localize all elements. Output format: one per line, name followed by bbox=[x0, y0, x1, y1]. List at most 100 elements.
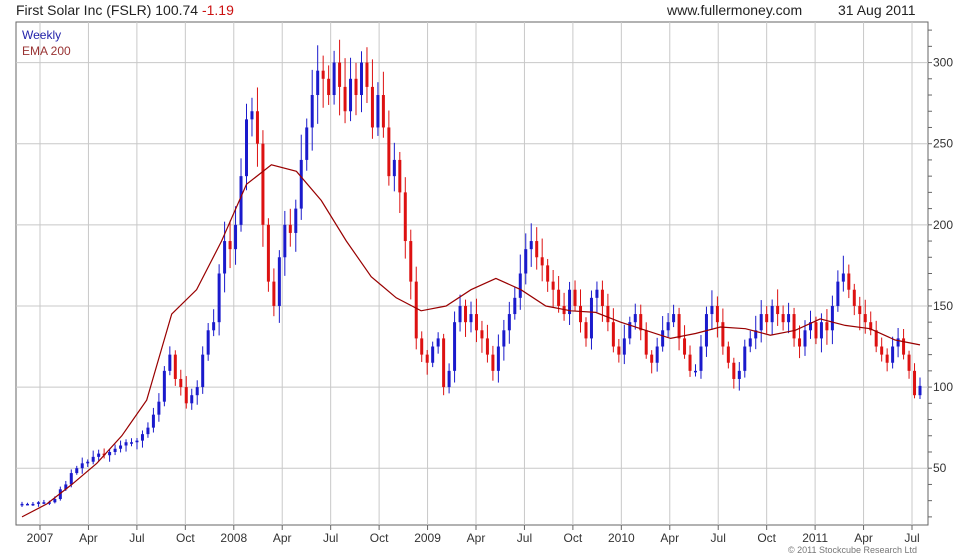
y-tick-label: 100 bbox=[933, 380, 953, 394]
candle-body bbox=[644, 330, 648, 355]
x-tick-label: Apr bbox=[854, 531, 873, 545]
candle-body bbox=[140, 434, 144, 441]
candle-body bbox=[606, 305, 610, 323]
candle-body bbox=[573, 289, 577, 306]
candle-body bbox=[184, 387, 188, 404]
candle-body bbox=[688, 354, 692, 371]
candle-body bbox=[25, 503, 29, 506]
candle-body bbox=[442, 338, 446, 388]
x-tick-label: Jul bbox=[904, 531, 919, 545]
candle-body bbox=[135, 440, 139, 443]
candle-body bbox=[108, 451, 112, 456]
candle-body bbox=[518, 273, 522, 298]
candle-body bbox=[398, 159, 402, 193]
candle-body bbox=[403, 192, 407, 242]
candle-body bbox=[458, 305, 462, 323]
candle-body bbox=[507, 314, 511, 331]
candle-body bbox=[338, 62, 342, 87]
candle-body bbox=[173, 354, 177, 379]
candle-body bbox=[255, 111, 259, 144]
candle-body bbox=[299, 159, 303, 209]
candle-body bbox=[179, 378, 183, 388]
candle-body bbox=[502, 330, 506, 347]
candle-body bbox=[874, 330, 878, 347]
candle-body bbox=[814, 322, 818, 339]
x-tick-label: Oct bbox=[370, 531, 389, 545]
price-chart: 50 100 150 200 250 300 2007 Apr Jul Oct 2008 Apr Jul… bbox=[15, 21, 953, 545]
candle-body bbox=[600, 289, 604, 306]
candle-body bbox=[310, 95, 314, 128]
candle-body bbox=[381, 95, 385, 128]
candle-body bbox=[891, 346, 895, 363]
candle-body bbox=[617, 346, 621, 355]
candle-body bbox=[513, 297, 517, 315]
candle-body bbox=[80, 463, 84, 469]
candle-body bbox=[294, 208, 298, 233]
candle-body bbox=[91, 456, 95, 462]
candle-body bbox=[420, 338, 424, 355]
candle-body bbox=[359, 62, 363, 96]
candle-body bbox=[431, 346, 435, 363]
candle-body bbox=[266, 224, 270, 282]
candle-body bbox=[819, 322, 823, 339]
x-tick-label: Oct bbox=[176, 531, 195, 545]
candle-body bbox=[485, 338, 489, 355]
x-tick-label: Jul bbox=[323, 531, 338, 545]
y-tick-label: 50 bbox=[933, 461, 947, 475]
candle-body bbox=[414, 281, 418, 339]
candle-body bbox=[748, 338, 752, 347]
y-tick-label: 300 bbox=[933, 56, 953, 70]
candle-body bbox=[836, 281, 840, 306]
candle-body bbox=[677, 314, 681, 339]
candle-body bbox=[913, 370, 917, 396]
candle-body bbox=[31, 503, 35, 506]
candle-body bbox=[611, 322, 615, 347]
candle-body bbox=[737, 370, 741, 379]
candle-body bbox=[365, 62, 369, 87]
candle-body bbox=[885, 354, 889, 363]
legend-ema: EMA 200 bbox=[22, 44, 71, 58]
candle-body bbox=[146, 427, 150, 435]
candle-body bbox=[474, 314, 478, 331]
candle-body bbox=[305, 127, 309, 160]
x-tick-label: Apr bbox=[79, 531, 98, 545]
candle-body bbox=[633, 314, 637, 323]
candle-body bbox=[409, 241, 413, 282]
candle-body bbox=[907, 354, 911, 371]
candle-body bbox=[168, 354, 172, 371]
candle-body bbox=[683, 338, 687, 355]
candle-body bbox=[672, 314, 676, 323]
candle-body bbox=[376, 95, 380, 128]
candle-body bbox=[195, 387, 199, 396]
candle-body bbox=[732, 362, 736, 379]
candle-body bbox=[69, 473, 73, 485]
candle-body bbox=[622, 338, 626, 355]
candle-body bbox=[245, 119, 248, 177]
candle-body bbox=[852, 289, 856, 306]
candle-body bbox=[584, 322, 588, 339]
candle-body bbox=[770, 305, 774, 323]
legend-weekly: Weekly bbox=[22, 28, 62, 42]
candle-body bbox=[53, 499, 57, 503]
candle-body bbox=[743, 346, 747, 371]
candle-body bbox=[880, 346, 884, 355]
candle-body bbox=[425, 354, 429, 363]
candle-body bbox=[579, 305, 583, 323]
candle-body bbox=[354, 78, 358, 96]
y-tick-label: 250 bbox=[933, 137, 953, 151]
candle-body bbox=[124, 442, 128, 446]
candle-body bbox=[250, 111, 254, 120]
candle-body bbox=[798, 338, 802, 347]
candle-body bbox=[902, 338, 906, 355]
candle-body bbox=[151, 414, 155, 428]
candle-body bbox=[825, 322, 829, 331]
candle-body bbox=[694, 370, 697, 373]
candle-body bbox=[546, 265, 550, 282]
candle-body bbox=[223, 241, 227, 274]
x-tick-label: Jul bbox=[129, 531, 144, 545]
candle-body bbox=[113, 448, 117, 452]
candle-body bbox=[710, 305, 714, 315]
candle-body bbox=[781, 314, 785, 323]
candle-body bbox=[36, 502, 40, 504]
candle-body bbox=[524, 249, 528, 274]
